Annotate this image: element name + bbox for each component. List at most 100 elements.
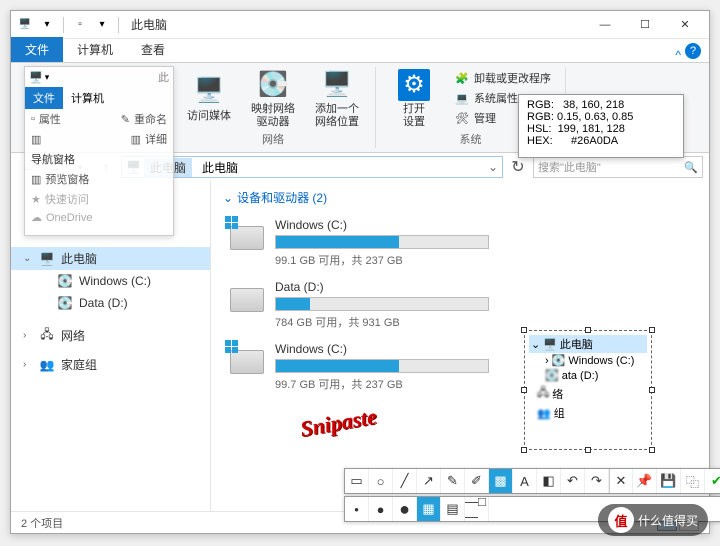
nav-drive-d[interactable]: 💽Data (D:) <box>11 292 210 314</box>
tool-confirm[interactable]: ✔ <box>705 469 720 493</box>
ribbon-group-network-label: 网络 <box>181 131 365 147</box>
help-icon[interactable]: ? <box>685 43 701 59</box>
homegroup-icon: 👥 <box>39 357 55 373</box>
tool-copy[interactable]: ⿻ <box>681 469 705 493</box>
search-input[interactable]: 搜索"此电脑" 🔍 <box>533 156 703 178</box>
tree-network[interactable]: 🖧络 <box>529 383 647 404</box>
maximize-button[interactable]: ☐ <box>625 11 665 39</box>
drive-usage-bar <box>275 297 489 311</box>
search-icon: 🔍 <box>684 161 698 174</box>
nav-drive-c[interactable]: 💽Windows (C:) <box>11 270 210 292</box>
size-medium[interactable]: ● <box>369 497 393 521</box>
network-icon: 🖧 <box>39 328 55 344</box>
minimize-button[interactable]: — <box>585 11 625 39</box>
group-header[interactable]: ⌄设备和驱动器 (2) <box>223 189 697 206</box>
tool-arrow[interactable]: ↗ <box>417 469 441 493</box>
titlebar: 🖥️ ▾ ▫ ▾ 此电脑 — ☐ ✕ <box>11 11 709 39</box>
tree-c[interactable]: ›💽Windows (C:) <box>529 353 647 368</box>
media-icon: 🖥️ <box>193 76 225 108</box>
addlocation-icon: 🖥️ <box>321 69 353 101</box>
drive-name: Data (D:) <box>275 280 489 294</box>
window-title: 此电脑 <box>131 16 167 33</box>
snip-ghost-panel: 🖥️▾ 此 文件 计算机 ▫属性✎重命名 ▥▥详细 导航窗格 ▥预览窗格 ★快速… <box>24 66 174 236</box>
ghost-row-onedrive: ☁OneDrive <box>25 209 173 226</box>
tool-text[interactable]: A <box>513 469 537 493</box>
color-rgb-float: RGB: 0.15, 0.63, 0.85 <box>527 111 675 123</box>
nav-homegroup[interactable]: ›👥家庭组 <box>11 353 210 376</box>
ghost-row-preview[interactable]: ▥预览窗格 <box>25 169 173 189</box>
mosaic-style-2[interactable]: ▤ <box>441 497 465 521</box>
chevron-right-icon[interactable]: › <box>23 330 26 341</box>
color-info-box: RGB: 38, 160, 218 RGB: 0.15, 0.63, 0.85 … <box>518 94 684 158</box>
drive-icon <box>227 280 267 320</box>
tree-homegroup[interactable]: 👥组 <box>529 404 647 422</box>
tab-file[interactable]: 文件 <box>11 37 63 62</box>
tool-cancel[interactable]: ✕ <box>609 469 633 493</box>
slider-handle[interactable]: —□— <box>465 497 489 521</box>
tool-redo[interactable]: ↷ <box>585 469 609 493</box>
drive-name: Windows (C:) <box>275 218 489 232</box>
color-hsl: HSL: 199, 181, 128 <box>527 123 675 135</box>
refresh-button[interactable]: ↻ <box>507 156 529 178</box>
chevron-right-icon[interactable]: › <box>23 359 26 370</box>
tool-rect[interactable]: ▭ <box>345 469 369 493</box>
address-dropdown-icon[interactable]: ⌄ <box>488 160 498 174</box>
address-input[interactable]: 🖥️ 此电脑 此电脑 ⌄ <box>121 156 503 178</box>
tree-this-pc[interactable]: ⌄🖥️此电脑 <box>529 335 647 353</box>
tree-d[interactable]: 💽ata (D:) <box>529 368 647 383</box>
ribbon-media-button[interactable]: 🖥️访问媒体 <box>181 69 237 129</box>
drive-icon: 💽 <box>57 273 73 289</box>
drive-item[interactable]: Windows (C:) 99.7 GB 可用，共 237 GB <box>223 338 493 396</box>
tool-mosaic[interactable]: ▩ <box>489 469 513 493</box>
drive-name: Windows (C:) <box>275 342 489 356</box>
status-item-count: 2 个项目 <box>21 515 63 531</box>
close-button[interactable]: ✕ <box>665 11 705 39</box>
uninstall-icon: 🧩 <box>454 70 470 86</box>
manage-icon: 🛠 <box>454 110 470 126</box>
tool-pin[interactable]: 📌 <box>633 469 657 493</box>
sysprops-icon: 💻 <box>454 90 470 106</box>
settings-icon: ⚙ <box>398 69 430 101</box>
nav-network[interactable]: ›🖧网络 <box>11 324 210 347</box>
ribbon-mapdrive-button[interactable]: 💽映射网络 驱动器 <box>245 69 301 129</box>
qat-dropdown-icon[interactable]: ▾ <box>37 15 57 35</box>
chevron-down-icon[interactable]: ⌄ <box>23 253 31 264</box>
size-small[interactable]: • <box>345 497 369 521</box>
tool-pen[interactable]: ✎ <box>441 469 465 493</box>
ribbon-uninstall-button[interactable]: 🧩卸载或更改程序 <box>450 69 555 87</box>
qat-more-icon[interactable]: ▾ <box>92 15 112 35</box>
properties-icon[interactable]: ▫ <box>70 15 90 35</box>
tool-undo[interactable]: ↶ <box>561 469 585 493</box>
mapdrive-icon: 💽 <box>257 69 289 101</box>
ribbon-addlocation-button[interactable]: 🖥️添加一个 网络位置 <box>309 69 365 129</box>
nav-this-pc[interactable]: ⌄🖥️此电脑 <box>11 247 210 270</box>
tool-eraser[interactable]: ◧ <box>537 469 561 493</box>
app-icon: 🖥️ <box>15 15 35 35</box>
ribbon-tabs: 文件 计算机 查看 ^ ? <box>11 39 709 63</box>
drive-item[interactable]: Windows (C:) 99.1 GB 可用，共 237 GB <box>223 214 493 272</box>
ghost-row-details[interactable]: ▥▥详细 <box>25 129 173 149</box>
color-hex: HEX: #26A0DA <box>527 135 675 147</box>
drive-stat: 784 GB 可用，共 931 GB <box>275 314 489 330</box>
tab-view[interactable]: 查看 <box>127 37 179 62</box>
watermark: 值 什么值得买 <box>598 504 708 536</box>
chevron-down-icon: ⌄ <box>223 191 233 205</box>
drive-item[interactable]: Data (D:) 784 GB 可用，共 931 GB <box>223 276 493 334</box>
ghost-row-props[interactable]: ▫属性✎重命名 <box>25 109 173 129</box>
drive-usage-bar <box>275 235 489 249</box>
color-rgb: RGB: 38, 160, 218 <box>527 99 675 111</box>
tool-ellipse[interactable]: ○ <box>369 469 393 493</box>
snip-tree-panel[interactable]: ⌄🖥️此电脑 ›💽Windows (C:) 💽ata (D:) 🖧络 👥组 <box>524 330 652 450</box>
mosaic-style-1[interactable]: ▦ <box>417 497 441 521</box>
ghost-row-navpane: 导航窗格 <box>25 149 173 169</box>
size-large[interactable]: ● <box>393 497 417 521</box>
drive-stat: 99.7 GB 可用，共 237 GB <box>275 376 489 392</box>
ribbon-settings-button[interactable]: ⚙打开 设置 <box>386 69 442 129</box>
tool-line[interactable]: ╱ <box>393 469 417 493</box>
tab-computer[interactable]: 计算机 <box>63 37 127 62</box>
ghost-tab-file[interactable]: 文件 <box>25 87 63 109</box>
pc-icon: 🖥️ <box>39 251 55 267</box>
ghost-tab-computer[interactable]: 计算机 <box>63 87 112 109</box>
tool-save[interactable]: 💾 <box>657 469 681 493</box>
tool-marker[interactable]: ✐ <box>465 469 489 493</box>
